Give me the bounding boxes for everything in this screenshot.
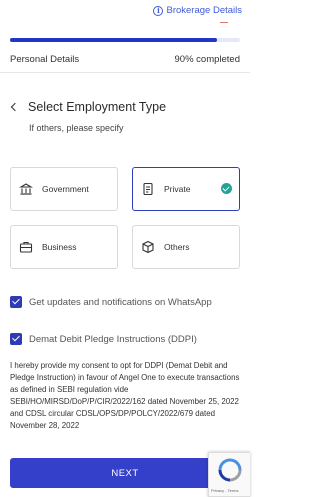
whatsapp-label: Get updates and notifications on WhatsAp…: [29, 296, 212, 308]
page-title: Select Employment Type: [28, 100, 167, 114]
info-icon: i: [153, 5, 164, 16]
recaptcha-badge[interactable]: Privacy - Terms: [208, 452, 250, 497]
recaptcha-icon: [218, 458, 242, 482]
page-header: Select Employment Type: [10, 100, 166, 114]
progress-bar: [10, 38, 240, 42]
page-subtitle: If others, please specify: [29, 123, 124, 133]
option-private[interactable]: Private: [132, 167, 240, 211]
option-label: Business: [42, 242, 77, 252]
percent-completed: 90% completed: [174, 54, 240, 65]
option-label: Private: [164, 184, 191, 194]
ddpi-label: Demat Debit Pledge Instructions (DDPI): [29, 333, 197, 345]
option-government[interactable]: Government: [10, 167, 118, 211]
top-bar: i Brokerage Details: [0, 0, 250, 30]
progress-info: Personal Details 90% completed: [10, 54, 240, 65]
back-arrow-icon[interactable]: [10, 100, 18, 114]
progress-bar-fill: [10, 38, 217, 42]
option-others[interactable]: Others: [132, 225, 240, 269]
private-document-icon: [141, 182, 155, 196]
briefcase-icon: [19, 240, 33, 254]
recaptcha-links[interactable]: Privacy - Terms: [211, 488, 238, 493]
whatsapp-option[interactable]: Get updates and notifications on WhatsAp…: [10, 296, 212, 308]
option-business[interactable]: Business: [10, 225, 118, 269]
option-label: Others: [164, 242, 190, 252]
next-button[interactable]: NEXT: [10, 458, 240, 488]
option-label: Government: [42, 184, 89, 194]
decorative-dash: [220, 22, 228, 23]
brokerage-details-label: Brokerage Details: [166, 5, 242, 16]
divider: [0, 72, 250, 73]
selected-check-icon: [221, 183, 232, 194]
ddpi-checkbox[interactable]: [10, 333, 22, 345]
cube-icon: [141, 240, 155, 254]
government-building-icon: [19, 182, 33, 196]
brokerage-details-link[interactable]: i Brokerage Details: [153, 5, 242, 16]
step-label: Personal Details: [10, 54, 80, 65]
whatsapp-checkbox[interactable]: [10, 296, 22, 308]
ddpi-consent-text: I hereby provide my consent to opt for D…: [10, 361, 240, 430]
ddpi-option[interactable]: Demat Debit Pledge Instructions (DDPI): [10, 333, 197, 345]
